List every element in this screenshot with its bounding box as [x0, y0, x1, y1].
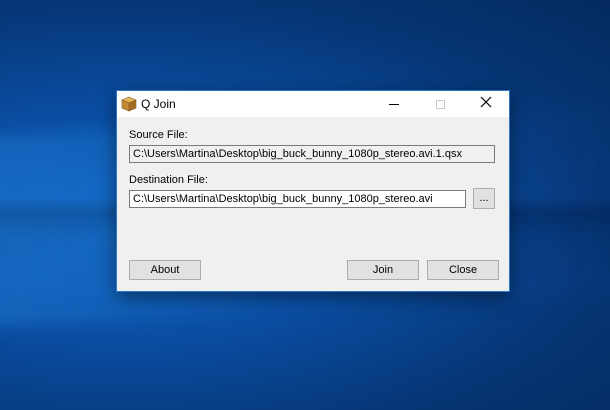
close-window-button[interactable]: [463, 91, 509, 117]
source-file-label: Source File:: [129, 129, 188, 141]
close-icon: [480, 95, 492, 113]
title-bar[interactable]: Q Join: [117, 91, 509, 117]
minimize-button[interactable]: [371, 91, 417, 117]
qjoin-dialog: Q Join Source File: C:\Users\Martina\Des…: [116, 90, 510, 292]
source-file-field[interactable]: C:\Users\Martina\Desktop\big_buck_bunny_…: [129, 145, 495, 163]
maximize-icon: [435, 99, 445, 109]
minimize-icon: [389, 103, 399, 105]
browse-button[interactable]: ...: [473, 188, 495, 209]
window-title: Q Join: [141, 97, 176, 111]
join-button[interactable]: Join: [347, 260, 419, 280]
package-box-icon: [121, 96, 137, 112]
destination-file-label: Destination File:: [129, 174, 208, 186]
destination-file-input[interactable]: C:\Users\Martina\Desktop\big_buck_bunny_…: [129, 190, 466, 208]
maximize-button: [417, 91, 463, 117]
about-button[interactable]: About: [129, 260, 201, 280]
close-button[interactable]: Close: [427, 260, 499, 280]
